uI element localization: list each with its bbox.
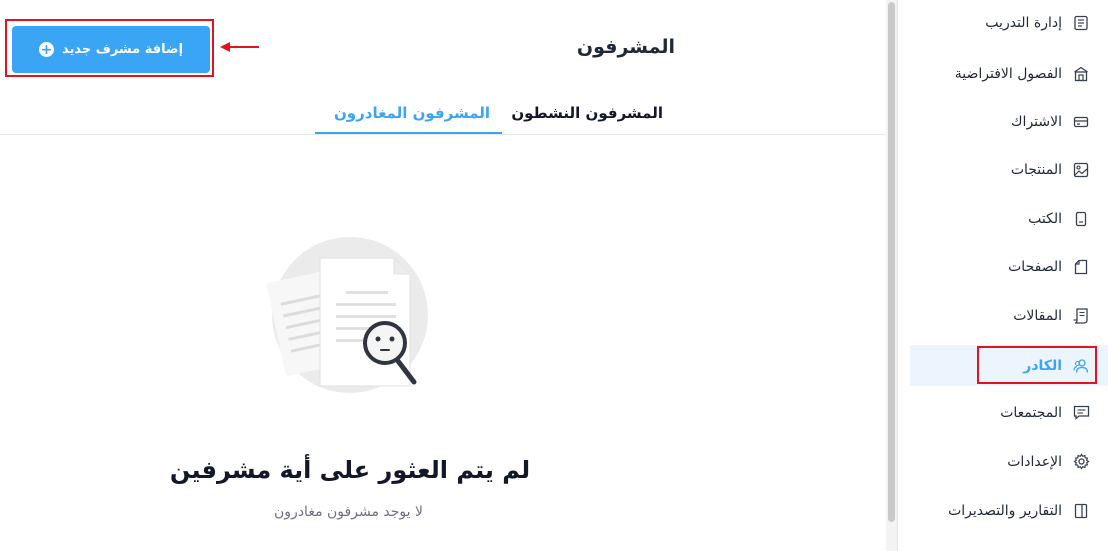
- empty-search-illustration: [266, 237, 428, 393]
- sidebar-item-articles[interactable]: المقالات: [910, 295, 1108, 336]
- sidebar-item-settings[interactable]: الإعدادات: [910, 441, 1108, 482]
- sidebar-item-products[interactable]: المنتجات: [910, 149, 1108, 190]
- gear-icon: [1072, 453, 1090, 471]
- sidebar-item-label: المنتجات: [1010, 161, 1062, 178]
- sidebar-item-label: الإعدادات: [1007, 453, 1062, 470]
- sidebar-item-label: الكتب: [1028, 210, 1062, 227]
- plus-circle-icon: +: [38, 41, 54, 58]
- sidebar-item-label: إدارة التدريب: [985, 14, 1062, 31]
- book-icon: [1072, 210, 1090, 228]
- chat-icon: [1072, 404, 1090, 422]
- sidebar-item-communities[interactable]: المجتمعات: [910, 392, 1108, 433]
- sidebar: إدارة التدريب الفصول الافتراضية الاشتراك…: [898, 0, 1108, 551]
- sidebar-item-books[interactable]: الكتب: [910, 198, 1108, 239]
- sidebar-item-label: المجتمعات: [1000, 404, 1062, 421]
- add-supervisor-button[interactable]: إضافة مشرف جديد +: [12, 26, 210, 73]
- scrollbar-thumb[interactable]: [888, 2, 895, 522]
- empty-state-subtitle: لا يوجد مشرفون مغادرون: [274, 504, 423, 520]
- sidebar-item-reports[interactable]: التقارير والتصديرات: [910, 490, 1108, 531]
- tabs-divider: [0, 134, 886, 135]
- sidebar-item-pages[interactable]: الصفحات: [910, 246, 1108, 287]
- scroll-icon: [1072, 307, 1090, 325]
- active-item-annotation-box: [977, 346, 1097, 384]
- main-content: المشرفون إضافة مشرف جديد + المشرفون النش…: [0, 0, 886, 551]
- annotation-arrow-icon: [220, 42, 259, 52]
- sidebar-item-label: الاشتراك: [1011, 113, 1062, 130]
- sidebar-item-subscription[interactable]: الاشتراك: [910, 101, 1108, 142]
- training-icon: [1072, 14, 1090, 32]
- sidebar-item-training[interactable]: إدارة التدريب: [910, 2, 1108, 43]
- sidebar-item-label: الصفحات: [1008, 258, 1062, 275]
- report-icon: [1072, 502, 1090, 520]
- page-title: المشرفون: [576, 36, 675, 58]
- page-icon: [1072, 258, 1090, 276]
- sidebar-item-label: التقارير والتصديرات: [948, 502, 1062, 519]
- credit-card-icon: [1072, 113, 1090, 131]
- classroom-icon: [1072, 65, 1090, 83]
- image-icon: [1072, 161, 1090, 179]
- tab-departed-supervisors[interactable]: المشرفون المغادرون: [334, 104, 490, 122]
- main-scrollbar[interactable]: [886, 0, 897, 551]
- empty-state-title: لم يتم العثور على أية مشرفين: [169, 456, 531, 484]
- sidebar-item-virtual-classrooms[interactable]: الفصول الافتراضية: [910, 53, 1108, 94]
- tab-active-supervisors[interactable]: المشرفون النشطون: [511, 104, 663, 122]
- add-supervisor-button-label: إضافة مشرف جديد: [61, 42, 184, 57]
- sidebar-item-label: الفصول الافتراضية: [954, 65, 1062, 82]
- sidebar-item-label: المقالات: [1013, 307, 1062, 324]
